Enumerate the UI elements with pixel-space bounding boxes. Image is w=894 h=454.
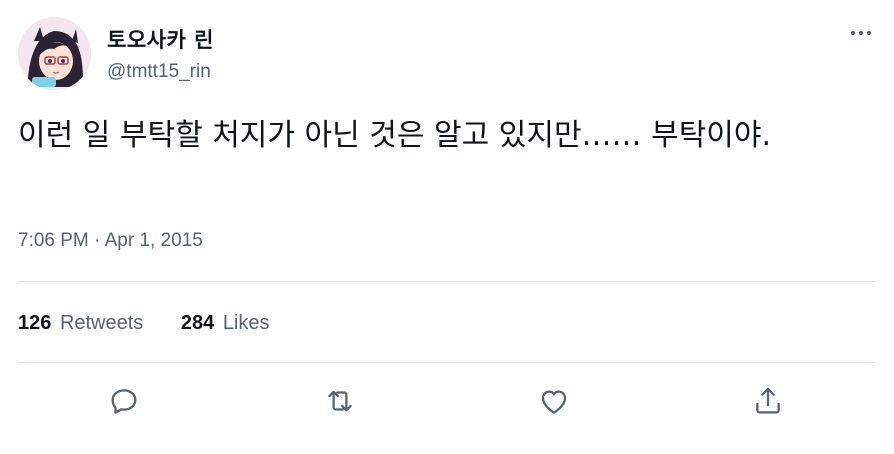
reply-button[interactable] [104,381,144,421]
tweet-stats: 126 Retweets 284 Likes [18,312,302,335]
retweets-stat[interactable]: 126 Retweets [18,312,143,335]
retweet-icon [328,390,352,412]
timestamp-separator: · [94,230,101,251]
retweets-count: 126 [18,312,52,334]
likes-label: Likes [222,312,270,334]
tweet-text: 이런 일 부탁할 처지가 아닌 것은 알고 있지만…… 부탁이야. [18,118,772,153]
more-options-button[interactable] [844,22,878,44]
likes-stat[interactable]: 284 Likes [181,312,270,335]
more-icon [850,30,872,36]
likes-count: 284 [180,312,215,334]
tweet-card: 토오사카 린 @tmtt15_rin 이런 일 부탁할 처지가 아닌 것은 알고… [0,0,894,454]
display-name[interactable]: 토오사카 린 [107,24,214,54]
heart-icon [541,390,567,414]
avatar-image [18,17,91,90]
divider [18,281,876,282]
tweet-date[interactable]: Apr 1, 2015 [105,230,203,251]
retweets-label: Retweets [59,312,144,334]
tweet-timestamp: 7:06 PM · Apr 1, 2015 [18,230,203,252]
retweet-button[interactable] [320,381,360,421]
share-icon [756,387,780,414]
divider [18,362,876,363]
like-button[interactable] [534,381,574,421]
share-button[interactable] [748,381,788,421]
tweet-time[interactable]: 7:06 PM [18,230,89,251]
user-handle[interactable]: @tmtt15_rin [107,61,211,83]
reply-icon [111,389,137,414]
avatar[interactable] [18,17,91,90]
